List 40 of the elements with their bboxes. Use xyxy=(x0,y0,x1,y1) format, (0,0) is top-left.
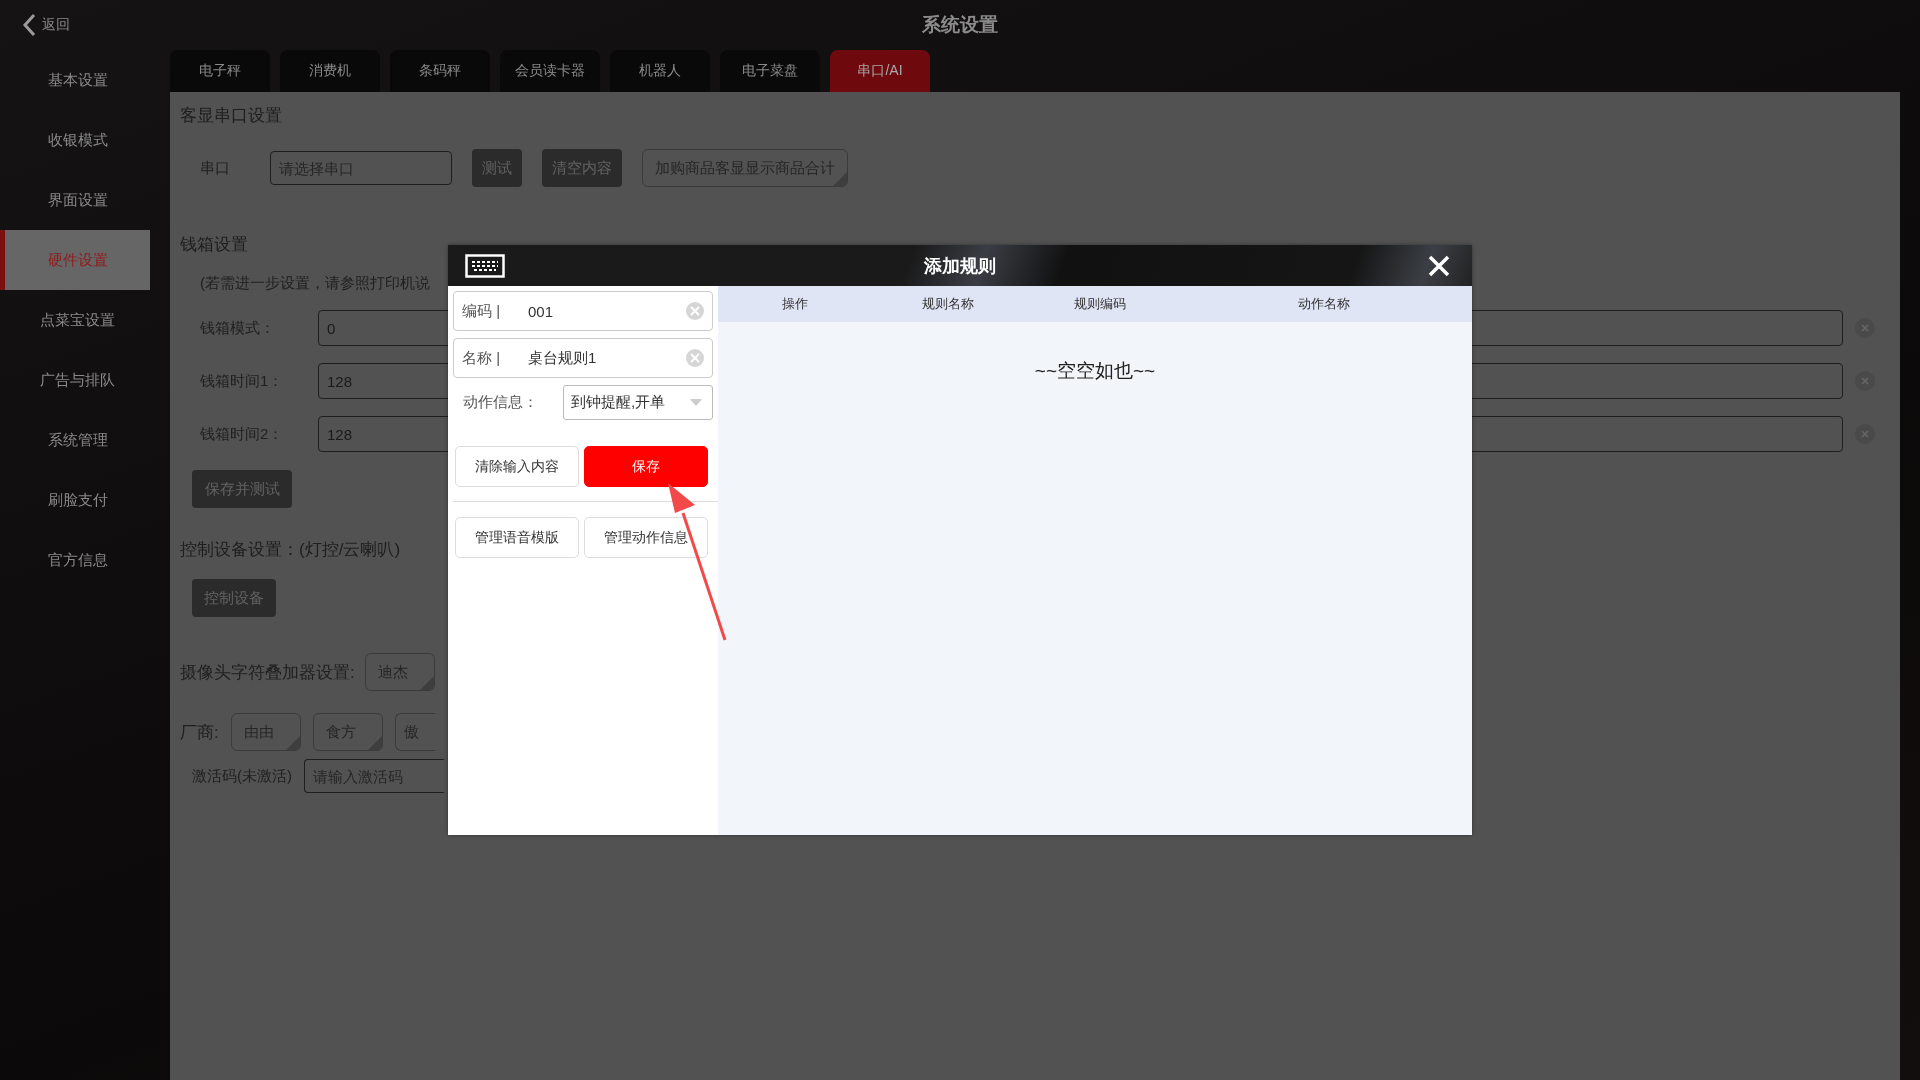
tab[interactable]: 消费机 xyxy=(280,50,380,92)
page-title: 系统设置 xyxy=(922,13,998,37)
column-header: 操作 xyxy=(781,295,809,313)
sidebar-item[interactable]: 官方信息 xyxy=(0,530,150,590)
dialog-title: 添加规则 xyxy=(924,254,996,278)
tab[interactable]: 电子秤 xyxy=(170,50,270,92)
tab[interactable]: 会员读卡器 xyxy=(500,50,600,92)
dialog-button[interactable]: 保存 xyxy=(584,446,708,487)
sidebar-item[interactable]: 点菜宝设置 xyxy=(0,290,150,350)
column-header: 动作名称 xyxy=(1297,295,1351,313)
field-label: 动作信息： xyxy=(463,393,538,412)
sidebar-item[interactable]: 收银模式 xyxy=(0,110,150,170)
clear-icon[interactable] xyxy=(1855,371,1875,391)
clear-icon[interactable] xyxy=(686,302,704,320)
action-select[interactable]: 到钟提醒,开单 xyxy=(563,385,713,420)
column-header: 规则编码 xyxy=(1073,295,1127,313)
dialog-button[interactable]: 清除输入内容 xyxy=(455,446,579,487)
dialog-button[interactable]: 管理动作信息 xyxy=(584,517,708,558)
input-field[interactable]: 编码 | 001 xyxy=(453,291,713,331)
input-field[interactable]: 名称 | 桌台规则1 xyxy=(453,338,713,378)
tab[interactable]: 串口/AI xyxy=(830,50,930,92)
tab[interactable]: 机器人 xyxy=(610,50,710,92)
sidebar-item[interactable]: 系统管理 xyxy=(0,410,150,470)
keyboard-icon[interactable] xyxy=(465,253,505,278)
clear-icon[interactable] xyxy=(1855,424,1875,444)
clear-icon[interactable] xyxy=(1855,318,1875,338)
sidebar-item[interactable]: 刷脸支付 xyxy=(0,470,150,530)
tab[interactable]: 电子菜盘 xyxy=(720,50,820,92)
dialog-button[interactable]: 管理语音模版 xyxy=(455,517,579,558)
clear-icon[interactable] xyxy=(686,349,704,367)
dropdown-icon xyxy=(690,398,702,407)
back-button[interactable]: 返回 xyxy=(0,10,70,40)
tab[interactable]: 条码秤 xyxy=(390,50,490,92)
sidebar-item[interactable]: 基本设置 xyxy=(0,50,150,110)
back-icon xyxy=(22,13,36,37)
empty-message: ~~空空如也~~ xyxy=(1034,359,1156,383)
sidebar-item[interactable]: 广告与排队 xyxy=(0,350,150,410)
column-header: 规则名称 xyxy=(921,295,975,313)
sidebar-item[interactable]: 界面设置 xyxy=(0,170,150,230)
close-icon[interactable] xyxy=(1428,254,1450,277)
